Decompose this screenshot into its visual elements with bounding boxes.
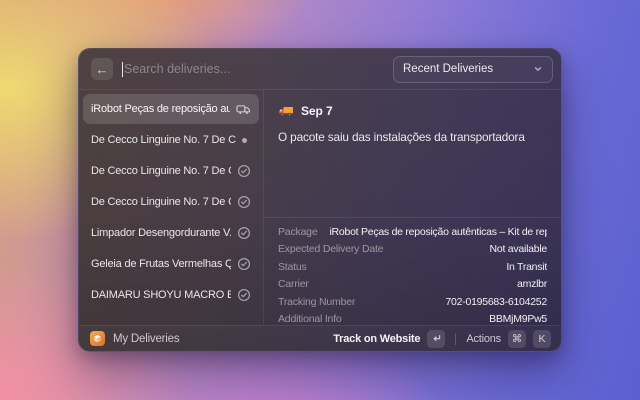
list-item-label: iRobot Peças de reposição au... [91,103,230,115]
metadata-value: amzlbr [321,278,547,290]
list-item-label: Limpador Desengordurante V... [91,227,231,239]
metadata-value: In Transit [319,261,547,273]
dropdown-label: Recent Deliveries [403,63,493,75]
chevron-down-icon [533,64,543,74]
search-header: ← Recent Deliveries [79,49,561,89]
status-description: O pacote saiu das instalações da transpo… [278,130,547,146]
list-item-dececco-2[interactable]: De Cecco Linguine No. 7 De C... [83,156,259,186]
detail-panel: Sep 7 O pacote saiu das instalações da t… [264,90,561,325]
metadata-row-additional-info: Additional Info BBMjM9Pw5 [278,311,547,326]
arrow-left-icon: ← [96,62,109,77]
metadata-label: Status [278,261,307,273]
metadata-label: Carrier [278,278,309,290]
check-circle-icon [237,195,251,209]
list-item-dececco-1[interactable]: De Cecco Linguine No. 7 De C... [83,125,259,155]
text-caret [122,62,123,77]
list-item-geleia[interactable]: Geleia de Frutas Vermelhas Q... [83,249,259,279]
metadata-label: Tracking Number [278,296,355,308]
truck-icon [236,102,251,117]
search-field[interactable] [122,62,384,77]
metadata-section: Package iRobot Peças de reposição autênt… [264,218,561,325]
list-item-limpador[interactable]: Limpador Desengordurante V... [83,218,259,248]
list-item-irobot[interactable]: iRobot Peças de reposição au... [83,94,259,124]
metadata-row-tracking-number: Tracking Number 702-0195683-6104252 [278,293,547,311]
cmd-key: ⌘ [508,330,526,348]
check-circle-icon [237,288,251,302]
recent-deliveries-dropdown[interactable]: Recent Deliveries [393,56,553,83]
app-name: My Deliveries [113,333,179,345]
list-item-label: De Cecco Linguine No. 7 De C... [91,134,236,146]
metadata-value: Not available [395,243,547,255]
check-circle-icon [237,226,251,240]
status-date: Sep 7 [301,104,333,118]
list-item-dececco-3[interactable]: De Cecco Linguine No. 7 De C... [83,187,259,217]
list-item-label: De Cecco Linguine No. 7 De C... [91,196,231,208]
list-item-daimaru[interactable]: DAIMARU SHOYU MACRO ES... [83,280,259,310]
footer-separator [455,333,456,345]
delivery-list: iRobot Peças de reposição au... De Cecco… [79,90,263,325]
list-item-label: Geleia de Frutas Vermelhas Q... [91,258,231,270]
back-button[interactable]: ← [91,58,113,80]
content-area: iRobot Peças de reposição au... De Cecco… [79,90,561,325]
action-bar: My Deliveries Track on Website Actions ⌘… [79,325,561,351]
metadata-value: 702-0195683-6104252 [367,296,547,308]
list-item-label: DAIMARU SHOYU MACRO ES... [91,289,231,301]
metadata-value: iRobot Peças de reposição autênticas – K… [329,226,547,238]
metadata-value: BBMjM9Pw5 [354,313,547,325]
metadata-label: Expected Delivery Date [278,243,383,255]
metadata-label: Package [278,226,317,238]
metadata-row-carrier: Carrier amzlbr [278,276,547,294]
return-key-icon [427,330,445,348]
metadata-row-status: Status In Transit [278,258,547,276]
check-circle-icon [237,164,251,178]
package-app-icon [90,331,105,346]
my-deliveries-window: ← Recent Deliveries iRobot Peças de repo… [78,48,562,352]
delivery-truck-emoji-icon [278,103,294,119]
metadata-row-expected-date: Expected Delivery Date Not available [278,241,547,259]
dot-icon [242,138,251,143]
list-item-label: De Cecco Linguine No. 7 De C... [91,165,231,177]
metadata-row-package: Package iRobot Peças de reposição autênt… [278,223,547,241]
actions-button[interactable]: Actions [466,333,501,345]
track-on-website-button[interactable]: Track on Website [333,333,420,345]
search-input[interactable] [124,62,384,76]
check-circle-icon [237,257,251,271]
status-update: Sep 7 O pacote saiu das instalações da t… [264,90,561,217]
k-key: K [533,330,551,348]
metadata-label: Additional Info [278,313,342,325]
